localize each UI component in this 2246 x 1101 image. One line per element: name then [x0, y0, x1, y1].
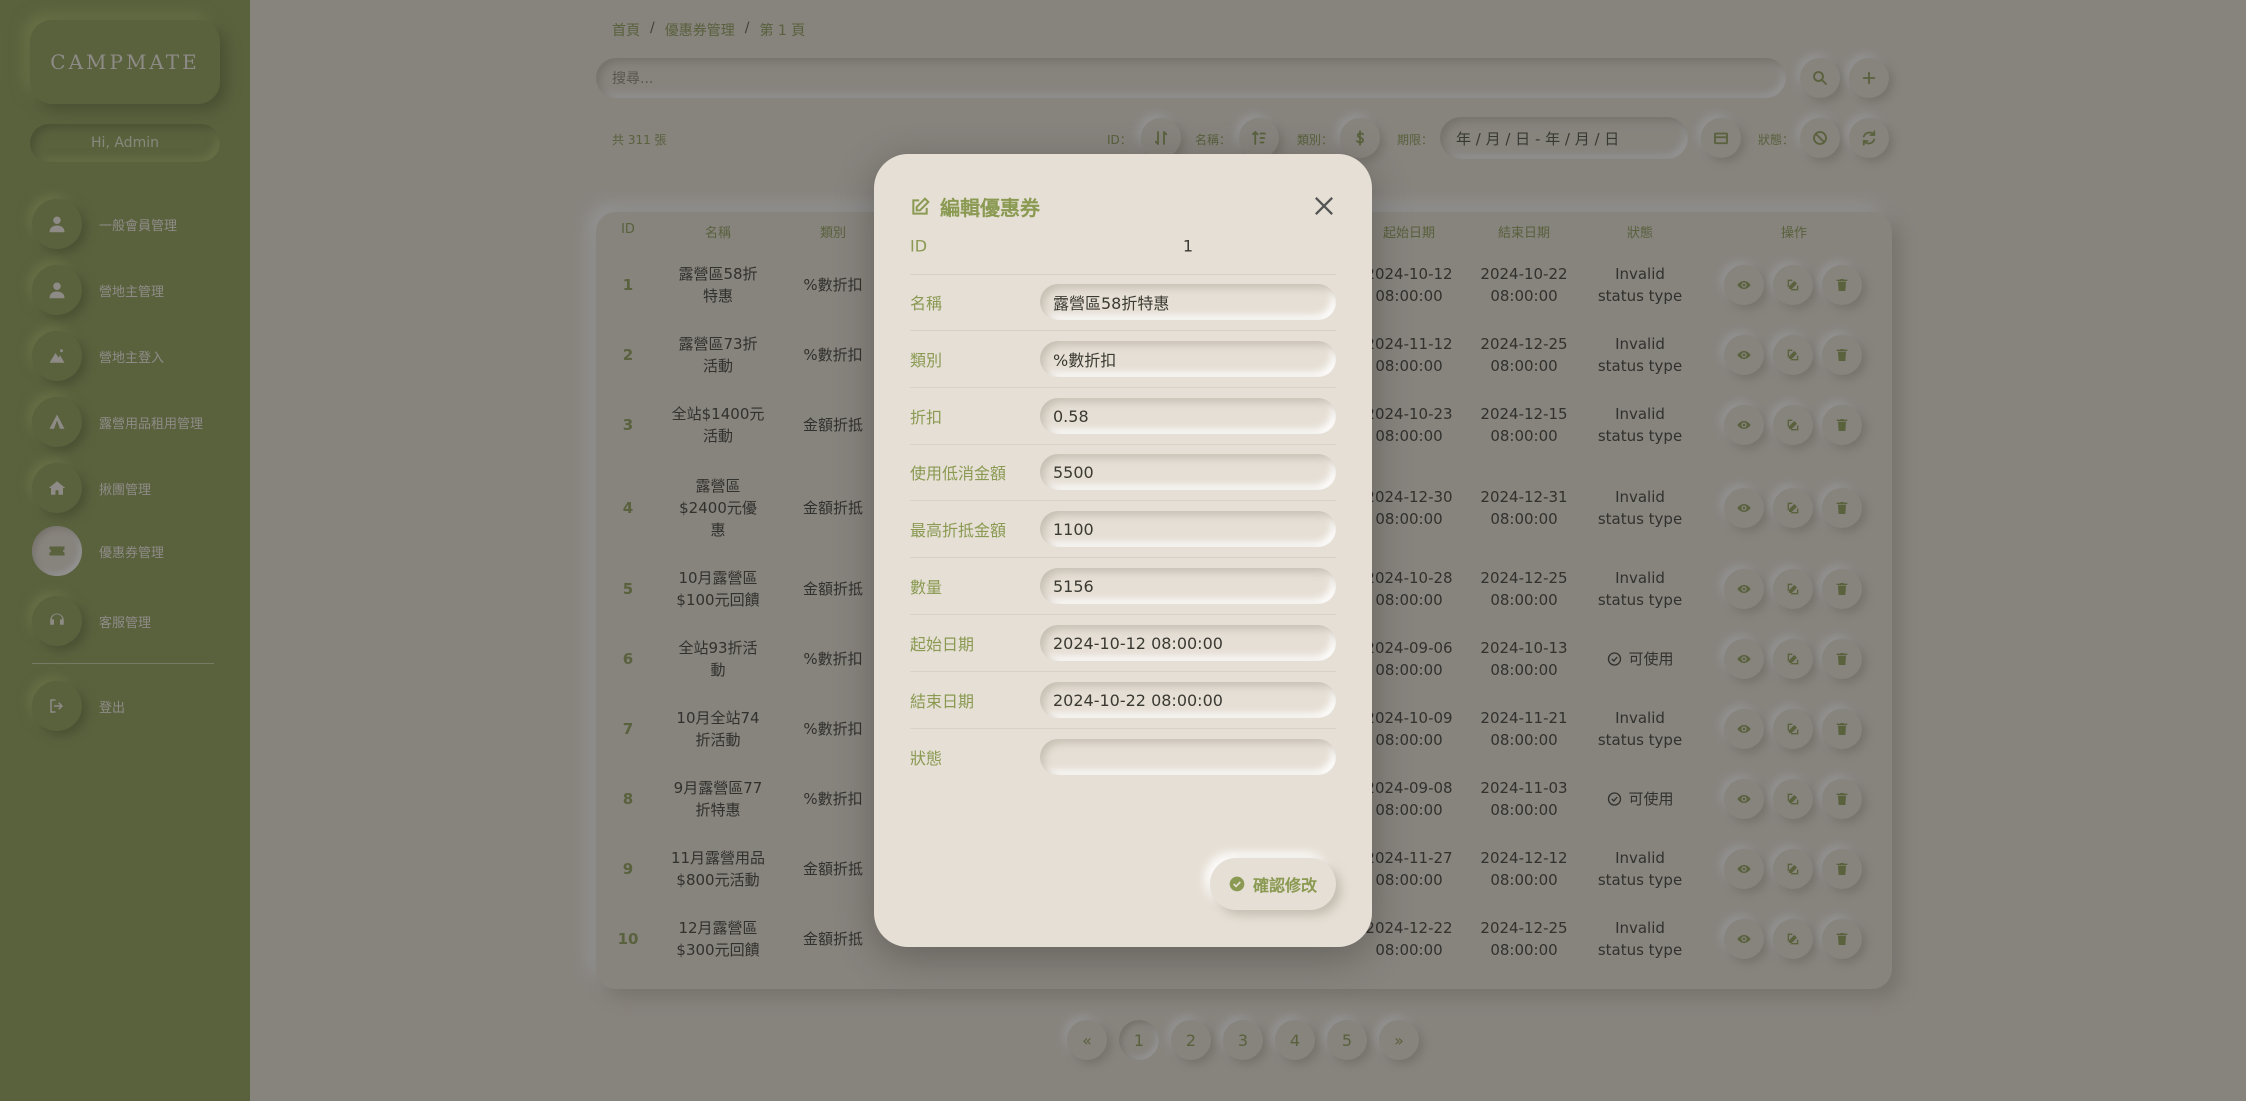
edit-icon	[912, 196, 930, 215]
form-row: 狀態	[910, 728, 1336, 785]
modal-title: 編輯優惠券	[910, 192, 1040, 221]
field-input[interactable]: 2024-10-22 08:00:00	[1040, 682, 1336, 718]
close-icon	[1315, 197, 1333, 215]
form-row: 起始日期 2024-10-12 08:00:00	[910, 615, 1336, 672]
field-label: 折扣	[910, 408, 943, 427]
field-label: 類別	[910, 351, 943, 370]
field-input[interactable]: 5500	[1040, 454, 1336, 490]
field-label: 使用低消金額	[910, 464, 1007, 483]
field-input[interactable]: 5156	[1040, 568, 1336, 604]
form-row: ID 1	[910, 218, 1336, 275]
field-input[interactable]: 露營區58折特惠	[1040, 284, 1336, 320]
field-label: 最高折抵金額	[910, 521, 1007, 540]
form-row: 最高折抵金額 1100	[910, 501, 1336, 558]
field-input[interactable]	[1040, 738, 1336, 775]
form-row: 折扣 0.58	[910, 388, 1336, 445]
check-circle-icon	[1229, 876, 1245, 892]
field-input[interactable]: %數折扣	[1040, 341, 1336, 377]
modal-title-text: 編輯優惠券	[940, 196, 1040, 220]
form-row: 名稱 露營區58折特惠	[910, 274, 1336, 331]
field-input[interactable]: 1100	[1040, 511, 1336, 547]
form-row: 使用低消金額 5500	[910, 444, 1336, 501]
field-label: 狀態	[910, 748, 943, 768]
field-label: 名稱	[910, 294, 943, 313]
edit-coupon-modal: 編輯優惠券 ID 1 名稱 露營區58折特惠類別 %數折扣折扣 0.58 使用低消金額 550…	[874, 154, 1372, 947]
field-input[interactable]: 2024-10-12 08:00:00	[1040, 625, 1336, 661]
close-button[interactable]	[1310, 192, 1338, 220]
field-label: 起始日期	[910, 635, 975, 654]
confirm-label: 確認修改	[1252, 876, 1317, 895]
field-label: 結束日期	[910, 692, 975, 711]
field-input[interactable]: 0.58	[1040, 398, 1336, 434]
form-row: 類別 %數折扣	[910, 331, 1336, 388]
confirm-button[interactable]: 確認修改	[1210, 858, 1336, 910]
form-row: 數量 5156	[910, 558, 1336, 615]
field-label: 數量	[910, 578, 943, 597]
field-label: ID	[910, 236, 928, 256]
form-row: 結束日期 2024-10-22 08:00:00	[910, 672, 1336, 729]
field-value: 1	[1182, 236, 1194, 256]
